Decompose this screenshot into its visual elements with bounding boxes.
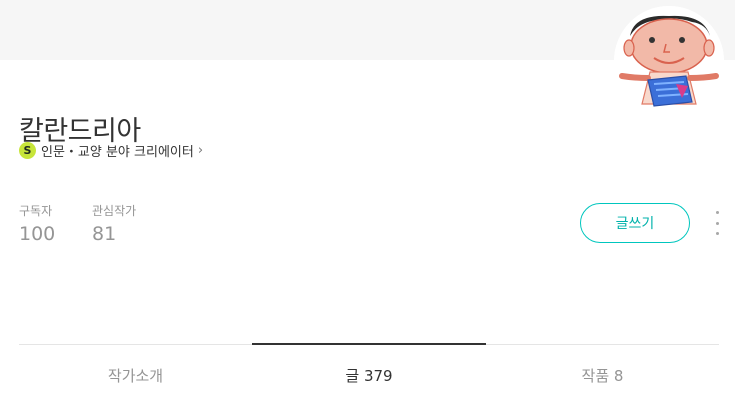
creator-category-label: 인문・교양 분야 크리에이터: [41, 144, 194, 160]
chevron-right-icon: ›: [197, 142, 204, 158]
following-count: 81: [92, 223, 117, 245]
profile-tabs: 작가소개 글 379 작품 8: [19, 343, 719, 406]
subscribers-stat[interactable]: 구독자 100: [19, 203, 55, 247]
more-vertical-icon[interactable]: [711, 211, 723, 235]
more-dot: [715, 232, 719, 235]
author-profile-page: 칼란드리아 S 인문・교양 분야 크리에이터 › 구독자 100 관심작가 81…: [0, 0, 735, 406]
tab-author-intro[interactable]: 작가소개: [19, 345, 252, 405]
creator-category-link[interactable]: S 인문・교양 분야 크리에이터 ›: [19, 140, 203, 160]
write-button[interactable]: 글쓰기: [580, 203, 690, 243]
following-stat[interactable]: 관심작가 81: [92, 203, 136, 247]
creator-badge-icon: S: [19, 141, 36, 159]
avatar-drawing: [614, 6, 724, 116]
following-label: 관심작가: [92, 204, 137, 218]
tab-posts[interactable]: 글 379: [252, 345, 486, 405]
avatar[interactable]: [614, 6, 724, 116]
subscribers-label: 구독자: [19, 204, 53, 218]
tab-works[interactable]: 작품 8: [486, 345, 719, 405]
more-dot: [715, 211, 719, 214]
more-dot: [715, 221, 719, 225]
subscribers-count: 100: [19, 223, 56, 245]
